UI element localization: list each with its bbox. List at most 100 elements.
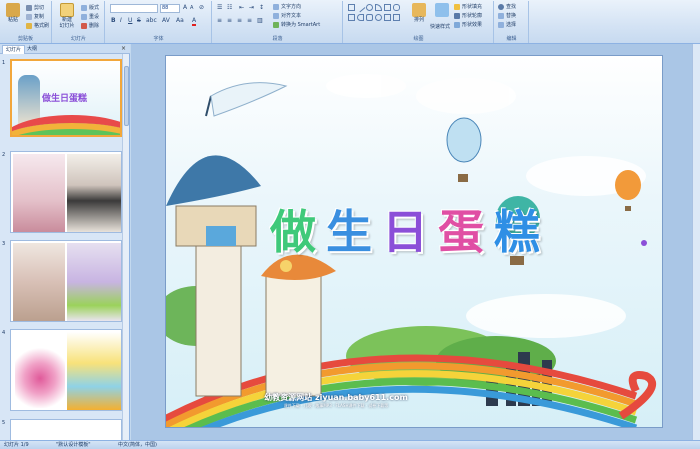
increase-indent-icon[interactable]: ⇥ xyxy=(249,4,254,11)
find-label: 查找 xyxy=(506,4,517,10)
paragraph-group-label: 段落 xyxy=(272,36,283,42)
triangle-shape-icon[interactable] xyxy=(375,4,382,11)
new-slide-icon xyxy=(60,3,74,17)
title-char-5[interactable]: 糕 xyxy=(494,196,540,262)
slide-number: 5 xyxy=(2,420,6,426)
arrange-icon xyxy=(412,3,426,17)
underline-icon[interactable]: U xyxy=(128,17,132,24)
layout-icon xyxy=(81,4,87,11)
heart-shape-icon[interactable] xyxy=(375,14,382,21)
change-case-icon[interactable]: Aa xyxy=(176,17,184,24)
bold-icon[interactable]: B xyxy=(111,17,116,24)
paste-button[interactable]: 粘贴 xyxy=(2,3,24,31)
title-char-3[interactable]: 日 xyxy=(382,196,428,262)
slide-number: 1 xyxy=(2,60,6,66)
font-size-value: 88 xyxy=(162,5,169,11)
panel-scrollbar-thumb[interactable] xyxy=(124,66,129,126)
editing-group-label: 编辑 xyxy=(506,36,517,42)
thumb-title: 做生日蛋糕 xyxy=(42,94,88,104)
text-direction-label: 文字方向 xyxy=(281,4,302,10)
title-char-1[interactable]: 做 xyxy=(270,196,316,262)
text-direction-button[interactable]: 文字方向 xyxy=(273,3,301,11)
shape-fill-button[interactable]: 形状填充 xyxy=(454,3,482,11)
align-left-icon[interactable]: ≡ xyxy=(217,17,222,24)
rounded-rect-shape-icon[interactable] xyxy=(366,14,373,21)
slide-thumbnail-3[interactable] xyxy=(10,240,122,322)
line-shape-icon[interactable] xyxy=(355,2,366,13)
thumb-cake-image xyxy=(13,154,65,232)
bullets-icon[interactable]: ☰ xyxy=(217,4,222,11)
shadow-icon[interactable]: abc xyxy=(146,17,157,24)
align-center-icon[interactable]: ≡ xyxy=(227,17,232,24)
font-name-box[interactable] xyxy=(110,4,158,13)
drawing-group: 排列 快速样式 形状填充 形状轮廓 形状效果 绘图 xyxy=(344,1,494,43)
title-char-4[interactable]: 蛋 xyxy=(438,196,484,262)
replace-label: 替换 xyxy=(506,13,517,19)
shape-outline-button[interactable]: 形状轮廓 xyxy=(454,12,482,20)
workspace-scrollbar[interactable] xyxy=(692,44,700,440)
numbering-icon[interactable]: ☷ xyxy=(227,4,232,11)
find-button[interactable]: 查找 xyxy=(498,3,516,11)
thumb-cake-image xyxy=(67,243,121,321)
shrink-font-icon[interactable]: A xyxy=(190,5,193,11)
rectangle-shape-icon[interactable] xyxy=(348,4,355,11)
slide-thumbnail-1[interactable]: 做生日蛋糕 xyxy=(10,59,122,137)
clear-format-icon[interactable]: ⊘ xyxy=(199,4,204,11)
slide-workspace: 做 生 日 蛋 糕 幼教资源网站 ziyuan.baby611.com 课件下载… xyxy=(131,44,700,440)
select-button[interactable]: 选择 xyxy=(498,21,516,29)
slide-canvas[interactable]: 做 生 日 蛋 糕 幼教资源网站 ziyuan.baby611.com 课件下载… xyxy=(165,55,663,428)
title-char-2[interactable]: 生 xyxy=(326,196,372,262)
delete-slide-button[interactable]: 删除 xyxy=(81,22,99,30)
font-color-icon[interactable]: A xyxy=(192,17,197,26)
italic-icon[interactable]: I xyxy=(120,17,122,24)
brace-shape-icon[interactable] xyxy=(357,14,364,21)
thumb-cake-image xyxy=(15,334,65,408)
slide-number: 3 xyxy=(2,241,6,247)
smartart-label: 转换为 SmartArt xyxy=(281,22,321,28)
copy-label: 复制 xyxy=(34,14,45,20)
tab-slides[interactable]: 幻灯片 xyxy=(2,45,26,54)
slide-thumbnail-5[interactable] xyxy=(10,419,122,440)
drawing-group-label: 绘图 xyxy=(413,36,424,42)
columns-icon[interactable]: ▥ xyxy=(257,17,263,24)
arrange-button[interactable]: 排列 xyxy=(408,3,430,31)
panel-scrollbar[interactable] xyxy=(122,54,129,440)
strikethrough-icon[interactable]: S xyxy=(137,17,141,24)
shape-fill-label: 形状填充 xyxy=(462,4,483,10)
shape-effects-button[interactable]: 形状效果 xyxy=(454,21,482,29)
layout-button[interactable]: 版式 xyxy=(81,4,99,12)
slide-thumbnail-2[interactable] xyxy=(10,151,122,233)
reset-button[interactable]: 重设 xyxy=(81,13,99,21)
slide-thumbnail-4[interactable] xyxy=(10,329,122,411)
callout-shape-icon[interactable] xyxy=(393,4,400,11)
shape-effects-label: 形状效果 xyxy=(462,22,483,28)
cloud-shapes xyxy=(326,74,646,338)
more-shapes-icon[interactable] xyxy=(393,14,400,21)
copy-button[interactable]: 复制 xyxy=(26,13,44,21)
replace-button[interactable]: 替换 xyxy=(498,12,516,20)
format-painter-button[interactable]: 格式刷 xyxy=(26,22,49,30)
tab-outline[interactable]: 大纲 xyxy=(24,45,40,54)
text-direction-icon xyxy=(273,3,279,10)
align-text-button[interactable]: 对齐文本 xyxy=(273,12,301,20)
decrease-indent-icon[interactable]: ⇤ xyxy=(239,4,244,11)
justify-icon[interactable]: ≡ xyxy=(247,17,252,24)
arrow-shape-icon[interactable] xyxy=(384,4,391,11)
cut-button[interactable]: 剪切 xyxy=(26,4,44,12)
find-icon xyxy=(498,3,504,10)
smartart-button[interactable]: 转换为 SmartArt xyxy=(273,21,320,29)
align-right-icon[interactable]: ≡ xyxy=(237,17,242,24)
star-shape-icon[interactable] xyxy=(348,14,355,21)
flowchart-shape-icon[interactable] xyxy=(384,14,391,21)
spacing-icon[interactable]: AV xyxy=(162,17,170,24)
oval-shape-icon[interactable] xyxy=(366,4,373,11)
new-slide-button[interactable]: 新建 幻灯片 xyxy=(55,3,79,31)
font-size-box[interactable]: 88 xyxy=(160,4,180,13)
shape-outline-label: 形状轮廓 xyxy=(462,13,483,19)
close-icon[interactable]: × xyxy=(121,45,126,52)
grow-font-icon[interactable]: A xyxy=(183,4,187,11)
balloon-blue xyxy=(446,117,482,182)
line-spacing-icon[interactable]: ↕ xyxy=(259,4,264,11)
copy-icon xyxy=(26,13,32,20)
layout-label: 版式 xyxy=(89,5,100,11)
